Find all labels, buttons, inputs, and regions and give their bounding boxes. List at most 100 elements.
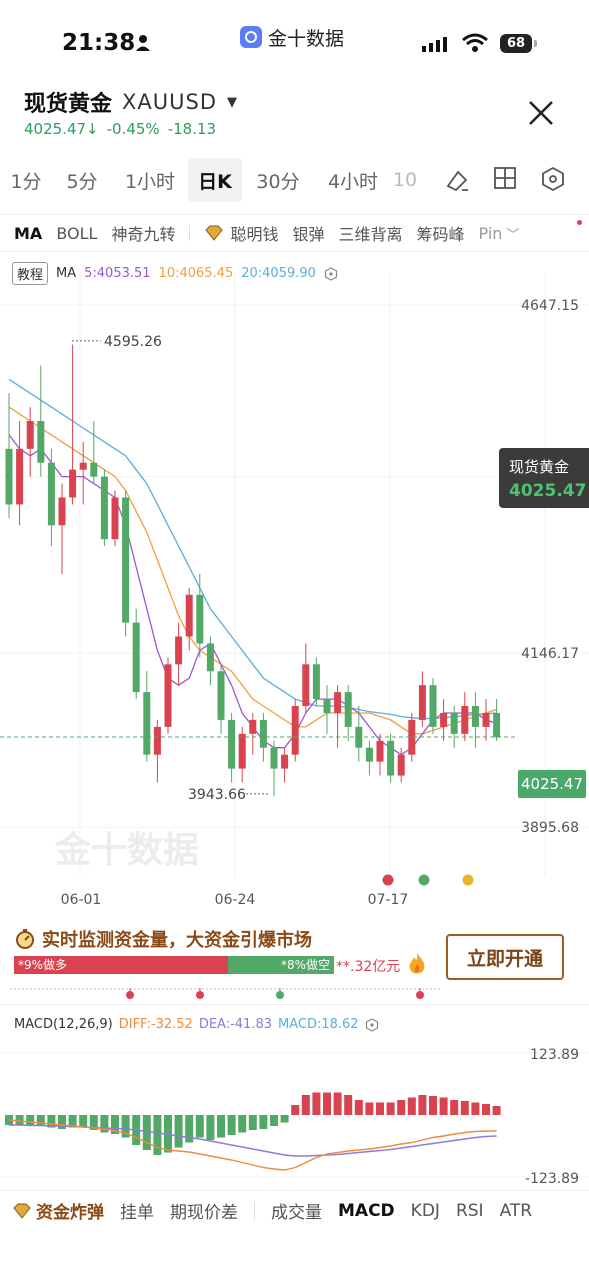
indicator-silver-bullet[interactable]: 银弹 [292,221,324,245]
instrument-header: 现货黄金 XAUUSD ▼ 4025.47↓ -0.45% -18.13 [0,80,589,146]
candle-body [5,448,13,505]
macd-hist-bar [36,1115,45,1127]
candle-body [270,747,278,769]
macd-hist-bar [407,1097,416,1115]
period-30m[interactable]: 30分 [242,158,314,202]
tutorial-button[interactable]: 教程 [12,262,49,285]
activate-button[interactable]: 立即开通 [446,934,564,980]
candle-body [471,706,479,727]
status-time: 21:38 [62,30,136,56]
candle-body [238,733,246,769]
candle-body [259,719,267,748]
period-4h[interactable]: 4小时 [314,158,392,202]
macd-hist-bar [195,1115,204,1138]
macd-name: MACD(12,26,9) [14,1017,113,1032]
indicator-smart-money[interactable]: 聪明钱 [204,221,278,245]
tab-atr[interactable]: ATR [500,1201,533,1221]
settings-hex-icon[interactable] [365,1017,379,1032]
candle-body [16,448,24,505]
period-more[interactable]: 10 [392,158,418,202]
macd-hist-bar [429,1095,437,1115]
candle-body [334,692,342,713]
price-callout: 现货黄金 4025.47 [499,448,589,508]
tab-macd[interactable]: MACD [338,1201,395,1221]
ma20-value: 20:4059.90 [241,266,316,281]
macd-bottom-label: -123.89 [525,1171,579,1187]
macd-panel[interactable]: 123.89 -123.89 MACD(12,26,9) DIFF:-32.52 … [0,1004,589,1190]
long-short-bar: *9%做多 *8%做空 [14,956,334,974]
candle-body [206,643,214,672]
battery-tip [534,40,537,47]
tab-basis[interactable]: 期现价差 [170,1198,238,1223]
chevron-down-icon[interactable]: ﹀ [506,224,519,243]
ma20-line [8,378,497,720]
grid-layout-icon[interactable] [493,166,517,190]
candle-body [37,421,45,463]
battery-indicator: 68 [500,34,532,53]
tab-kdj[interactable]: KDJ [411,1201,440,1221]
indicator-chip-peak[interactable]: 筹码峰 [417,221,465,245]
notification-dot [577,220,582,225]
candle-body [461,706,469,734]
instrument-selector[interactable]: 现货黄金 XAUUSD ▼ [24,86,237,118]
candle-body [418,685,426,720]
macd-diff: DIFF:-32.52 [118,1017,193,1032]
draw-tool-icon[interactable] [444,166,470,192]
candle-body [26,421,34,449]
indicator-boll[interactable]: BOLL [56,224,97,243]
fund-markers [126,988,424,999]
app-indicator: 金十数据 [240,24,344,50]
tab-rsi[interactable]: RSI [456,1201,484,1221]
candle-body [365,747,373,762]
macd-hist-bar [418,1094,427,1115]
event-dot [462,874,474,886]
macd-hist-bar [280,1115,289,1123]
settings-hex-icon[interactable] [324,266,338,281]
close-icon[interactable] [526,98,556,128]
macd-hist-bar [333,1092,342,1115]
candle-body [323,699,331,713]
macd-hist-bar [471,1102,480,1115]
macd-hist-bar [259,1115,268,1130]
indicator-smart-money-label: 聪明钱 [230,225,279,244]
quote-row: 4025.47↓ -0.45% -18.13 [24,120,216,138]
macd-hist-bar [312,1092,321,1115]
indicator-ma[interactable]: MA [14,224,42,243]
tab-orders[interactable]: 挂单 [120,1198,154,1223]
indicator-3d-divergence[interactable]: 三维背离 [338,221,402,245]
period-1m[interactable]: 1分 [0,158,52,202]
macd-hist-bar [58,1115,66,1130]
settings-hex-icon[interactable] [540,166,566,192]
candle-body [312,664,320,700]
app-logo-icon [240,26,262,48]
indicator-divider [189,225,191,241]
candle-body [228,719,236,769]
tab-volume[interactable]: 成交量 [271,1198,322,1223]
macd-hist-bar [439,1097,448,1115]
candle-body [429,685,437,727]
macd-legend: MACD(12,26,9) DIFF:-32.52 DEA:-41.83 MAC… [14,1017,379,1032]
candle-body [47,462,55,526]
indicator-magic-nine[interactable]: 神奇九转 [111,221,175,245]
diamond-icon [205,225,224,241]
macd-hist-bar [354,1099,363,1115]
period-1h[interactable]: 1小时 [112,158,188,202]
macd-top-label: 123.89 [530,1047,579,1063]
macd-hist-bar [15,1115,24,1126]
candle-body [79,462,87,470]
macd-hist-bar [323,1092,331,1115]
period-daily[interactable]: 日K [188,158,242,202]
ma5-value: 5:4053.51 [84,266,151,281]
macd-value: MACD:18.62 [278,1017,359,1032]
period-5m[interactable]: 5分 [52,158,112,202]
macd-hist-bar [344,1094,353,1115]
tab-fund-bomb[interactable]: 资金炸弹 [12,1198,104,1223]
y-axis-label: 3895.68 [521,820,579,836]
high-annotation: 4595.26 [104,334,162,350]
kline-chart[interactable]: 金十数据 4647.15 4146.17 3895.68 4595.26 3943.66 0… [0,252,589,912]
signal-icon [422,37,447,52]
indicator-pin[interactable]: Pin [479,224,503,243]
long-share: *9%做多 [14,956,229,974]
change-percent: -0.45% [106,120,160,138]
ma-legend: 教程 MA 5:4053.51 10:4065.45 20:4059.90 [12,262,338,285]
